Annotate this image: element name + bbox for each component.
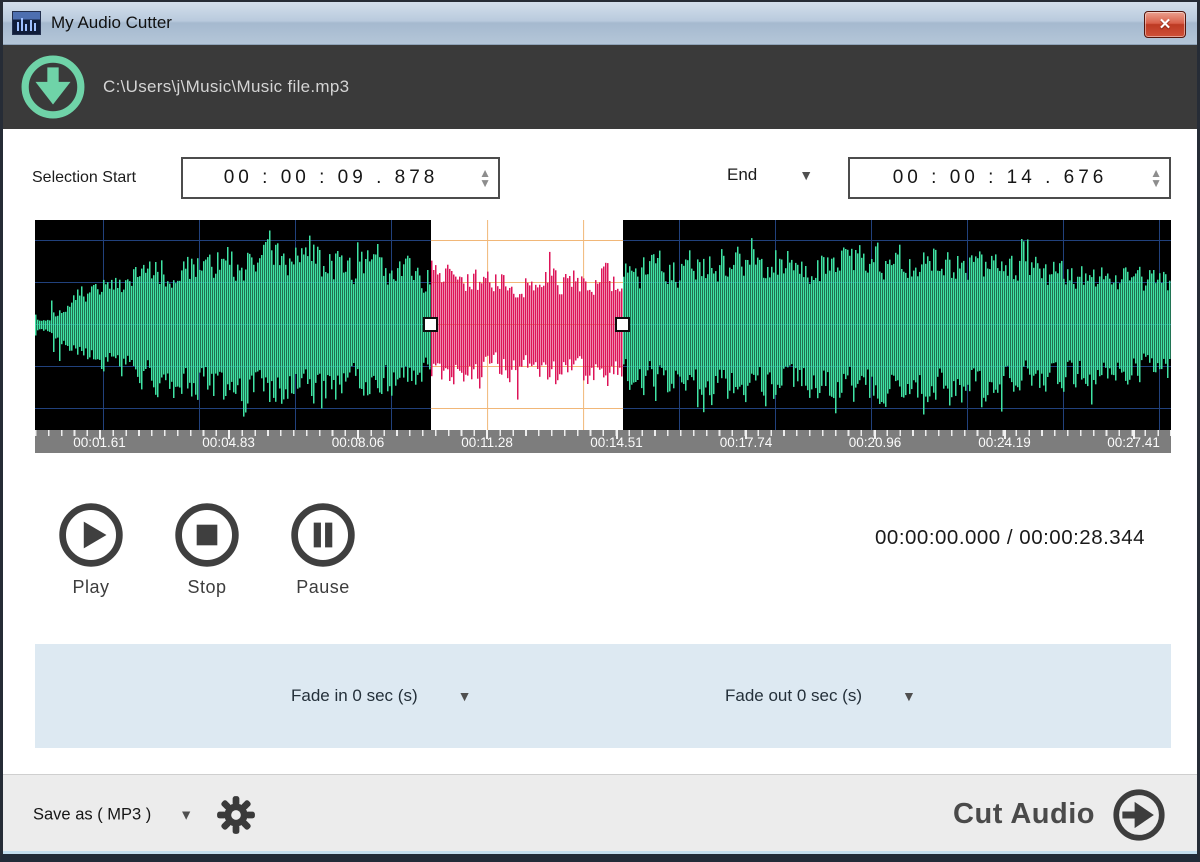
fade-options-bar: Fade in 0 sec (s) ▼ Fade out 0 sec (s) ▼ <box>35 644 1171 748</box>
fade-out-dropdown[interactable]: Fade out 0 sec (s) ▼ <box>725 644 916 748</box>
chevron-down-icon: ▼ <box>902 688 916 704</box>
file-header: C:\Users\j\Music\Music file.mp3 <box>3 45 1197 129</box>
selection-left-handle[interactable] <box>423 317 438 332</box>
spinner-down-icon: ▼ <box>1150 178 1162 188</box>
pause-button[interactable]: Pause <box>290 502 356 598</box>
playback-time-display: 00:00:00.000 / 00:00:28.344 <box>875 526 1145 550</box>
window-bottom-edge <box>3 851 1197 854</box>
end-spinner[interactable]: ▲ ▼ <box>1150 168 1162 188</box>
selection-right-handle[interactable] <box>615 317 630 332</box>
selection-end-value: 00 : 00 : 14 . 676 <box>850 167 1150 189</box>
close-icon: ✕ <box>1159 17 1172 32</box>
file-path: C:\Users\j\Music\Music file.mp3 <box>103 77 349 97</box>
close-button[interactable]: ✕ <box>1144 11 1186 38</box>
waveform-display[interactable] <box>35 220 1171 430</box>
save-format-label: Save as ( MP3 ) <box>33 805 151 824</box>
selection-time-row: Selection Start 00 : 00 : 09 . 878 ▲ ▼ E… <box>3 157 1197 203</box>
stop-button[interactable]: Stop <box>174 502 240 598</box>
timeline-label: 00:08.06 <box>332 435 385 450</box>
cut-audio-label: Cut Audio <box>953 798 1095 831</box>
pause-icon <box>290 502 356 568</box>
settings-button[interactable] <box>215 794 257 836</box>
timeline-label: 00:14.51 <box>590 435 643 450</box>
timeline-label: 00:01.61 <box>73 435 126 450</box>
timeline-label: 00:11.28 <box>461 435 513 450</box>
fade-out-label: Fade out 0 sec (s) <box>725 686 862 706</box>
fade-in-label: Fade in 0 sec (s) <box>291 686 418 706</box>
timeline-label: 00:27.41 <box>1107 435 1160 450</box>
selection-start-label: Selection Start <box>32 169 136 187</box>
play-button[interactable]: Play <box>58 502 124 598</box>
timeline-label: 00:17.74 <box>720 435 773 450</box>
play-label: Play <box>58 577 124 598</box>
open-file-button[interactable] <box>20 54 86 120</box>
cut-audio-button[interactable]: Cut Audio <box>953 787 1167 843</box>
save-format-dropdown[interactable]: Save as ( MP3 ) ▼ <box>33 805 193 824</box>
timeline-label: 00:04.83 <box>202 435 255 450</box>
bottom-bar: Save as ( MP3 ) ▼ Cut Audio <box>3 774 1197 854</box>
end-mode-label: End <box>727 165 757 185</box>
selection-start-input[interactable]: 00 : 00 : 09 . 878 ▲ ▼ <box>181 157 500 199</box>
timeline[interactable]: 00:01.61 00:04.83 00:08.06 00:11.28 00:14.51… <box>35 430 1171 453</box>
start-spinner[interactable]: ▲ ▼ <box>479 168 491 188</box>
stop-icon <box>174 502 240 568</box>
selection-end-input[interactable]: 00 : 00 : 14 . 676 ▲ ▼ <box>848 157 1171 199</box>
end-mode-dropdown[interactable]: End ▼ <box>727 165 813 185</box>
app-icon <box>12 11 41 35</box>
window-title: My Audio Cutter <box>51 13 172 33</box>
stop-label: Stop <box>174 577 240 598</box>
chevron-down-icon: ▼ <box>179 807 193 823</box>
timeline-label: 00:24.19 <box>978 435 1031 450</box>
chevron-down-icon: ▼ <box>458 688 472 704</box>
chevron-down-icon: ▼ <box>799 167 813 183</box>
play-icon <box>58 502 124 568</box>
timeline-label: 00:20.96 <box>849 435 902 450</box>
app-window: My Audio Cutter ✕ C:\Users\j\Music\Music… <box>0 0 1200 862</box>
cut-arrow-icon <box>1111 787 1167 843</box>
title-bar: My Audio Cutter ✕ <box>3 2 1197 45</box>
transport-controls: Play Stop Pause 00:00:00.000 / 00:00:28.… <box>3 502 1197 612</box>
pause-label: Pause <box>290 577 356 598</box>
spinner-down-icon: ▼ <box>479 178 491 188</box>
waveform-graphic <box>35 220 1171 430</box>
fade-in-dropdown[interactable]: Fade in 0 sec (s) ▼ <box>291 644 471 748</box>
selection-start-value: 00 : 00 : 09 . 878 <box>183 167 479 189</box>
